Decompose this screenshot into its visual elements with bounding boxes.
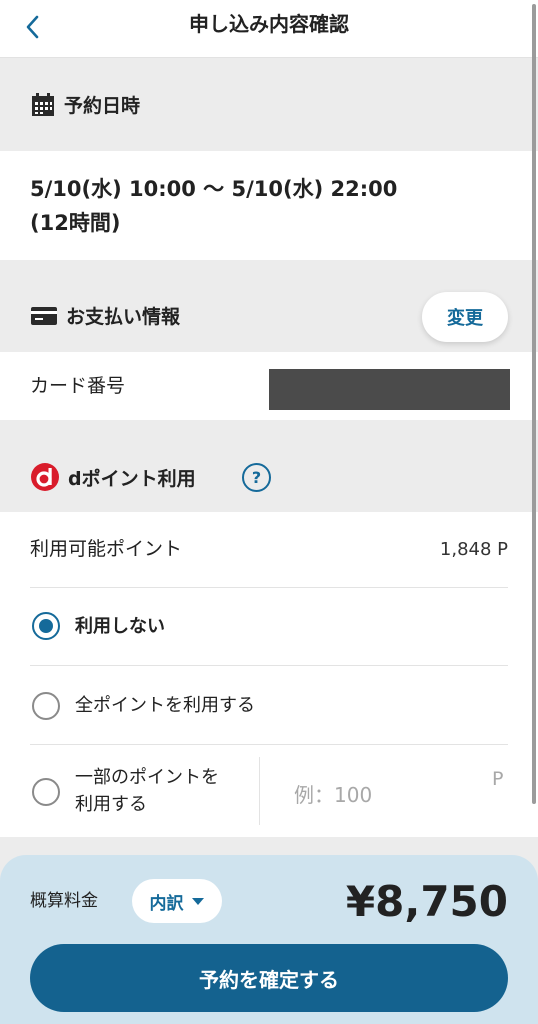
scrollbar-thumb[interactable] [532, 4, 536, 804]
datetime-range: 5/10(水) 10:00 〜 5/10(水) 22:00 [30, 177, 398, 201]
available-points-label: 利用可能ポイント [30, 538, 183, 560]
help-icon[interactable]: ? [242, 463, 271, 492]
dpoint-heading: dポイント利用 [68, 467, 196, 490]
confirm-reservation-button[interactable]: 予約を確定する [30, 944, 508, 1012]
credit-card-icon [30, 305, 58, 327]
option-partial-line1: 一部のポイントを [75, 767, 219, 788]
dpoint-section-header: dポイント利用 [0, 420, 538, 512]
option-no-use-label[interactable]: 利用しない [75, 613, 165, 641]
option-use-partial-label[interactable]: 一部のポイントを 利用する [75, 764, 219, 818]
reservation-heading: 予約日時 [64, 95, 141, 117]
divider [30, 587, 508, 588]
divider [30, 744, 508, 745]
total-price: ¥8,750 [345, 877, 508, 926]
card-number-label: カード番号 [30, 375, 126, 397]
change-payment-button[interactable]: 変更 [422, 292, 508, 342]
calendar-icon [30, 92, 56, 118]
caret-down-icon [191, 898, 204, 905]
option-use-all-label[interactable]: 全ポイントを利用する [75, 692, 255, 720]
page-title: 申し込み内容確認 [189, 12, 349, 36]
datetime-duration: (12時間) [30, 211, 121, 235]
breakdown-button[interactable]: 内訳 [132, 879, 222, 923]
option-partial-line2: 利用する [75, 794, 147, 815]
partial-points-input[interactable] [270, 770, 510, 820]
radio-use-partial[interactable] [32, 778, 60, 806]
card-number-masked [269, 369, 510, 410]
vertical-divider [259, 757, 260, 825]
d-point-logo-icon [30, 462, 60, 492]
payment-heading: お支払い情報 [66, 306, 181, 328]
scrollbar[interactable] [531, 0, 536, 1024]
points-unit-label: P [492, 768, 504, 790]
breakdown-label: 内訳 [149, 893, 184, 914]
divider [30, 665, 508, 666]
radio-use-all[interactable] [32, 692, 60, 720]
available-points-value: 1,848 P [439, 539, 508, 560]
reservation-datetime: 5/10(水) 10:00 〜 5/10(水) 22:00 (12時間) [30, 172, 397, 240]
radio-no-use[interactable] [32, 612, 60, 640]
estimated-fee-label: 概算料金 [30, 891, 98, 911]
app-header: 申し込み内容確認 [0, 0, 538, 58]
reservation-section-header: 予約日時 [0, 59, 538, 151]
